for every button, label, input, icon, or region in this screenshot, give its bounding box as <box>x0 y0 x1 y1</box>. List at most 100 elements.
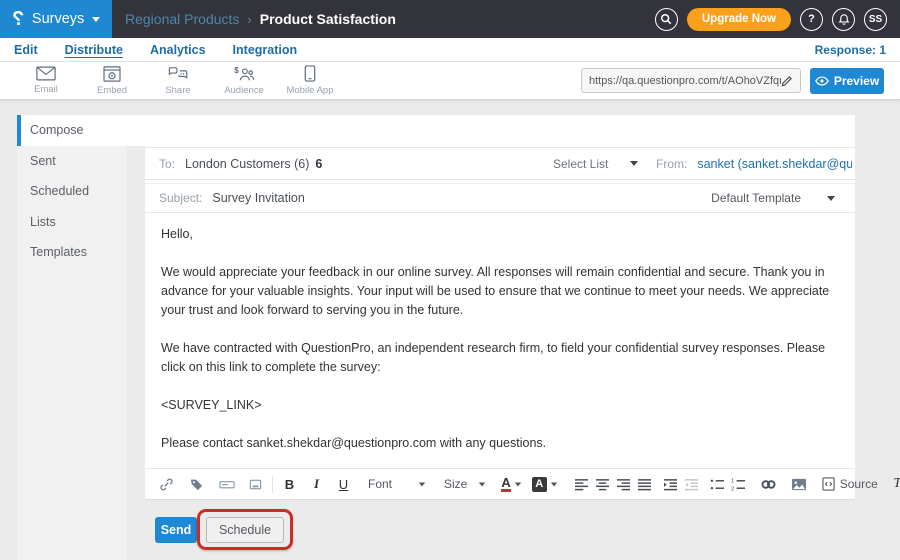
channel-mobile-app[interactable]: Mobile App <box>277 64 343 98</box>
channel-label: Embed <box>97 85 127 96</box>
tab-edit[interactable]: Edit <box>14 43 38 57</box>
template-label: Default Template <box>711 191 801 205</box>
tab-analytics[interactable]: Analytics <box>150 43 206 57</box>
insert-link-icon[interactable] <box>156 472 177 496</box>
mobile-phone-icon <box>304 65 316 82</box>
channel-label: Mobile App <box>286 85 333 96</box>
tag-icon[interactable] <box>186 472 207 496</box>
font-size-dropdown[interactable]: Size <box>440 477 490 491</box>
survey-url: https://qa.questionpro.com/t/AOhoVZfqml <box>589 75 781 87</box>
source-doc-icon <box>822 477 835 491</box>
text-field-icon[interactable] <box>216 472 238 496</box>
surveys-menu-label: Surveys <box>32 11 84 27</box>
source-button[interactable]: Source <box>819 477 881 491</box>
email-icon <box>36 66 56 81</box>
select-list-label: Select List <box>553 157 608 171</box>
bell-icon <box>838 13 850 26</box>
align-right-icon[interactable] <box>613 472 634 496</box>
user-avatar[interactable]: SS <box>864 8 887 31</box>
help-button[interactable]: ? <box>800 8 823 31</box>
survey-nav: Edit Distribute Analytics Integration Re… <box>0 38 900 62</box>
channel-share[interactable]: Share <box>145 64 211 98</box>
embed-icon <box>103 66 121 82</box>
bold-button[interactable]: B <box>279 472 300 496</box>
from-label: From: <box>656 157 687 171</box>
indent-increase-icon[interactable] <box>660 472 681 496</box>
body-paragraph: We have contracted with QuestionPro, an … <box>161 339 841 377</box>
underline-button[interactable]: U <box>333 472 354 496</box>
clear-format-glyph: T <box>893 476 900 491</box>
indent-decrease-icon <box>681 472 702 496</box>
remove-format-button[interactable]: Tx <box>889 472 900 496</box>
sidebar-item-scheduled[interactable]: Scheduled <box>17 176 127 207</box>
sidebar-item-templates[interactable]: Templates <box>17 237 127 268</box>
compose-panel: To: London Customers (6) 6 Select List F… <box>145 115 855 500</box>
body-paragraph: Hello, <box>161 225 841 244</box>
sidebar-item-label: Lists <box>30 215 56 229</box>
insert-image-icon[interactable] <box>788 472 810 496</box>
channel-label: Audience <box>224 85 264 96</box>
align-center-icon[interactable] <box>592 472 613 496</box>
subject-input[interactable]: Survey Invitation <box>212 191 304 205</box>
email-body-editor[interactable]: Hello, We would appreciate your feedback… <box>145 213 855 491</box>
channel-email[interactable]: Email <box>13 64 79 98</box>
sidebar-item-lists[interactable]: Lists <box>17 207 127 238</box>
body-paragraph: <SURVEY_LINK> <box>161 396 841 415</box>
chevron-down-icon <box>92 17 100 22</box>
search-icon <box>660 13 672 25</box>
sidebar-item-label: Sent <box>30 154 56 168</box>
template-dropdown[interactable]: Default Template <box>711 191 841 205</box>
breadcrumb-current: Product Satisfaction <box>260 11 396 27</box>
breadcrumb-parent[interactable]: Regional Products <box>125 11 239 27</box>
sidebar-item-sent[interactable]: Sent <box>17 146 127 177</box>
align-justify-icon[interactable] <box>634 472 655 496</box>
channel-label: Email <box>34 84 58 95</box>
search-button[interactable] <box>655 8 678 31</box>
tab-integration[interactable]: Integration <box>233 43 298 57</box>
background-color-button[interactable]: A <box>529 472 561 496</box>
preview-label: Preview <box>834 74 879 88</box>
from-sender-dropdown[interactable]: sanket (sanket.shekdar@ques... <box>697 157 852 171</box>
align-left-icon[interactable] <box>571 472 592 496</box>
text-color-button[interactable]: A <box>498 472 524 496</box>
to-row: To: London Customers (6) 6 Select List F… <box>145 147 855 180</box>
source-label: Source <box>840 477 878 491</box>
sidebar-item-label: Compose <box>30 123 84 137</box>
header-actions: Upgrade Now ? SS <box>655 8 900 31</box>
size-label: Size <box>444 477 467 491</box>
from-group: From: sanket (sanket.shekdar@ques... <box>656 157 852 171</box>
bullet-list-icon[interactable] <box>707 472 728 496</box>
breadcrumb-separator-icon: › <box>247 12 251 27</box>
upgrade-now-button[interactable]: Upgrade Now <box>687 8 791 31</box>
to-label: To: <box>159 157 175 171</box>
italic-button[interactable]: I <box>306 472 327 496</box>
text-color-glyph: A <box>501 476 510 492</box>
hyperlink-icon[interactable] <box>757 472 780 496</box>
avatar-initials: SS <box>869 14 882 25</box>
sidebar-item-compose[interactable]: Compose <box>17 115 127 146</box>
surveys-menu[interactable]: ? Surveys <box>0 0 112 38</box>
tab-distribute[interactable]: Distribute <box>65 43 123 57</box>
numbered-list-icon[interactable]: 12 <box>728 472 749 496</box>
questionpro-logo-icon: ? <box>12 9 24 29</box>
chevron-down-icon <box>630 161 638 166</box>
share-icon <box>168 66 188 82</box>
channel-audience[interactable]: $ Audience <box>211 64 277 98</box>
eye-icon <box>815 76 829 86</box>
preview-button[interactable]: Preview <box>810 68 884 94</box>
select-list-dropdown[interactable]: Select List <box>553 157 638 171</box>
pencil-icon <box>781 75 793 87</box>
channel-embed[interactable]: Embed <box>79 64 145 98</box>
channel-label: Share <box>165 85 190 96</box>
sidebar-item-label: Scheduled <box>30 184 89 198</box>
survey-url-field[interactable]: https://qa.questionpro.com/t/AOhoVZfqml <box>581 68 801 93</box>
edit-url-button[interactable] <box>781 75 793 87</box>
subject-label: Subject: <box>159 191 202 205</box>
notifications-button[interactable] <box>832 8 855 31</box>
send-button[interactable]: Send <box>155 517 197 543</box>
button-field-icon[interactable] <box>245 472 266 496</box>
to-recipient-list[interactable]: London Customers (6) <box>185 157 309 171</box>
breadcrumb: Regional Products › Product Satisfaction <box>125 11 396 27</box>
schedule-button[interactable]: Schedule <box>206 517 284 543</box>
font-family-dropdown[interactable]: Font <box>364 477 430 491</box>
